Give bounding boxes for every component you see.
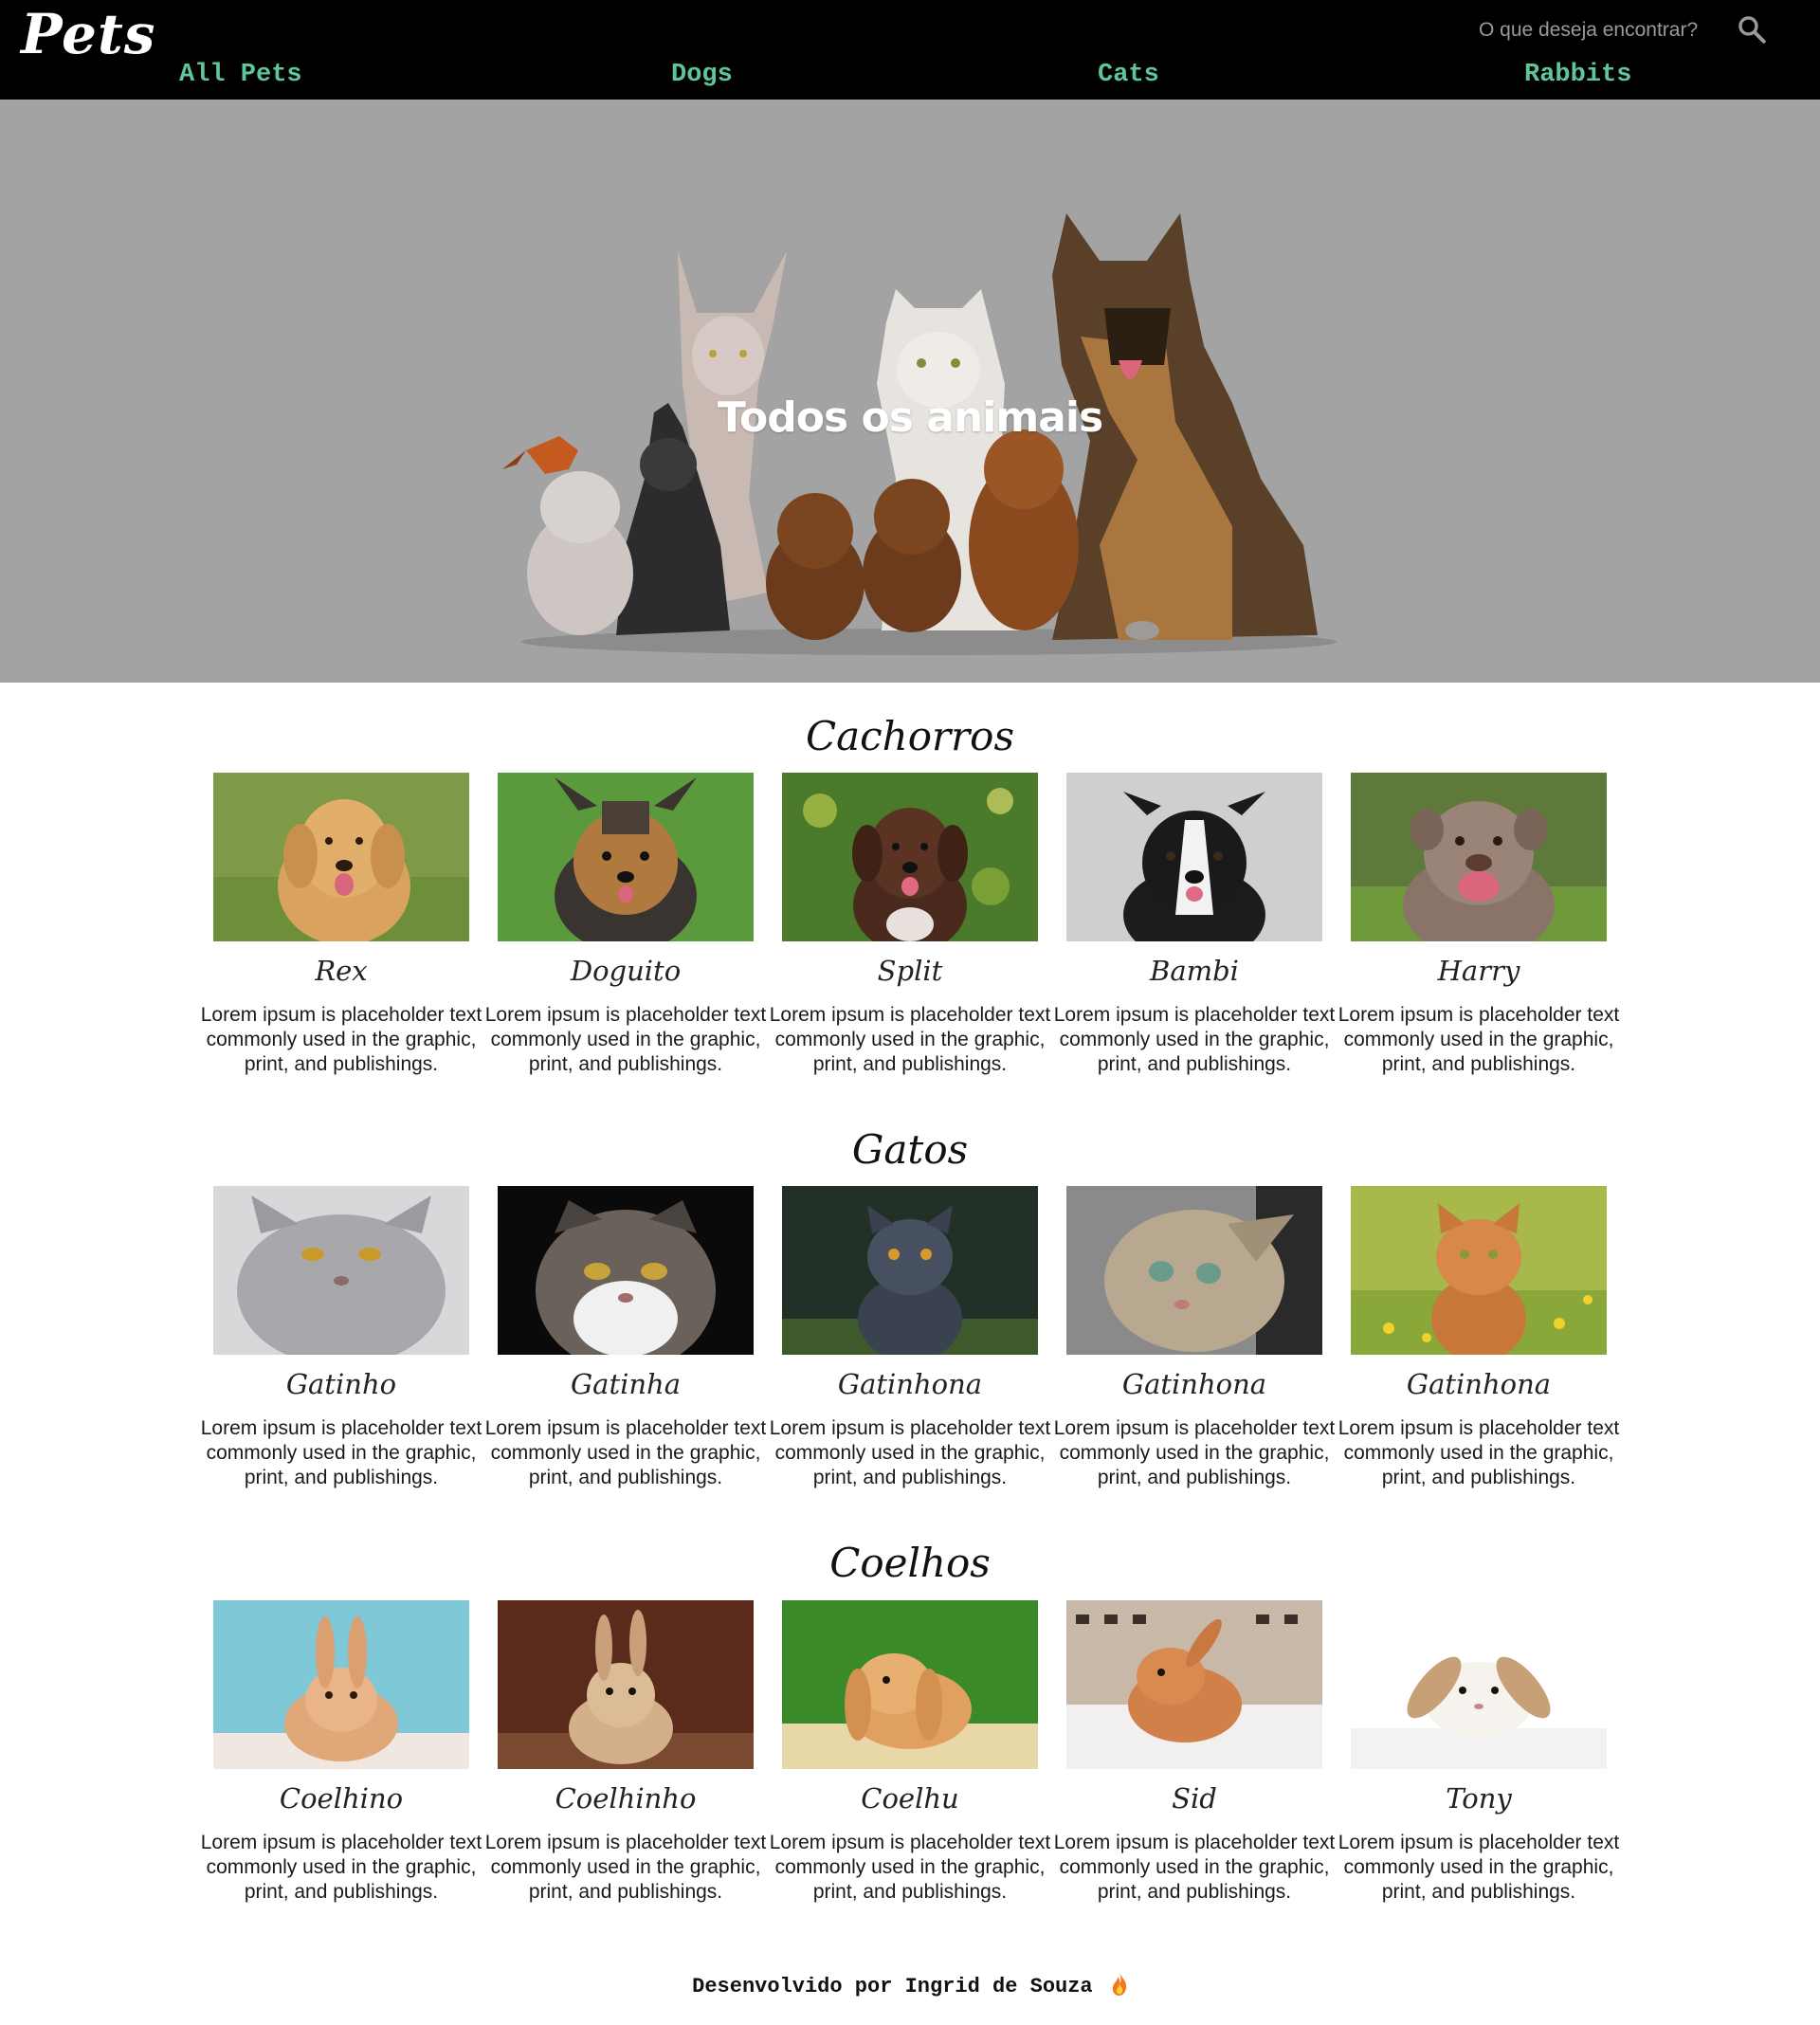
pet-photo[interactable] — [1066, 773, 1322, 941]
nav-dogs[interactable]: Dogs — [671, 61, 733, 89]
pet-name: Gatinha — [570, 1368, 682, 1400]
section-title-gatos: Gatos — [851, 1126, 969, 1173]
pet-photo[interactable] — [1066, 1186, 1322, 1355]
pet-description: Lorem ipsum is placeholder text commonly… — [769, 1832, 1051, 1903]
nav-rabbits[interactable]: Rabbits — [1524, 61, 1631, 89]
nav-cats[interactable]: Cats — [1098, 61, 1159, 89]
pet-photo[interactable] — [213, 1186, 469, 1355]
pet-name: Split — [877, 955, 943, 987]
pet-photo[interactable] — [498, 1600, 754, 1769]
pet-name: Gatinho — [285, 1368, 397, 1400]
pet-name: Sid — [1172, 1782, 1217, 1815]
fire-icon — [1112, 1973, 1126, 1996]
pet-name: Gatinhona — [1121, 1368, 1267, 1400]
pet-description: Lorem ipsum is placeholder text commonly… — [484, 1417, 767, 1488]
pet-description: Lorem ipsum is placeholder text commonly… — [1338, 1832, 1620, 1903]
pet-name: Bambi — [1150, 955, 1239, 987]
footer: Desenvolvido por Ingrid de Souza — [0, 1972, 1820, 1998]
pet-photo[interactable] — [213, 1600, 469, 1769]
pet-name: Coelhino — [279, 1782, 404, 1815]
pet-name: Coelhinho — [555, 1782, 697, 1815]
pet-description: Lorem ipsum is placeholder text commonly… — [200, 1832, 482, 1903]
hero-banner: Todos os animais — [0, 100, 1820, 683]
hero-pets-image — [502, 213, 1337, 655]
search-icon — [1738, 16, 1766, 44]
pet-name: Gatinhona — [837, 1368, 983, 1400]
pet-description: Lorem ipsum is placeholder text commonly… — [1053, 1417, 1336, 1488]
pet-name: Coelhu — [861, 1782, 959, 1815]
pet-name: Harry — [1437, 955, 1520, 987]
pet-description: Lorem ipsum is placeholder text commonly… — [1053, 1004, 1336, 1075]
pet-name: Tony — [1446, 1782, 1512, 1815]
pet-photo[interactable] — [213, 773, 469, 941]
nav-all-pets[interactable]: All Pets — [179, 61, 302, 89]
pet-photo[interactable] — [1351, 1600, 1607, 1769]
section-title-coelhos: Coelhos — [829, 1540, 991, 1586]
pet-photo[interactable] — [782, 773, 1038, 941]
hero-title: Todos os animais — [717, 393, 1103, 442]
pet-description: Lorem ipsum is placeholder text commonly… — [769, 1004, 1051, 1075]
pet-photo[interactable] — [498, 1186, 754, 1355]
pet-photo[interactable] — [1351, 773, 1607, 941]
site-logo[interactable]: Pets — [21, 2, 155, 66]
pet-photo[interactable] — [782, 1186, 1038, 1355]
search-input[interactable] — [1479, 15, 1716, 46]
top-navbar: Pets All Pets Dogs Cats Rabbits — [0, 0, 1820, 100]
footer-credit: Desenvolvido por Ingrid de Souza — [692, 1975, 1093, 1998]
pet-description: Lorem ipsum is placeholder text commonly… — [200, 1417, 482, 1488]
pet-photo[interactable] — [782, 1600, 1038, 1769]
pet-name: Doguito — [570, 955, 682, 987]
search-button[interactable] — [1733, 13, 1771, 47]
pet-description: Lorem ipsum is placeholder text commonly… — [200, 1004, 482, 1075]
pet-description: Lorem ipsum is placeholder text commonly… — [484, 1004, 767, 1075]
pet-photo[interactable] — [1351, 1186, 1607, 1355]
pet-description: Lorem ipsum is placeholder text commonly… — [1338, 1004, 1620, 1075]
pet-photo[interactable] — [1066, 1600, 1322, 1769]
pet-description: Lorem ipsum is placeholder text commonly… — [1053, 1832, 1336, 1903]
pet-description: Lorem ipsum is placeholder text commonly… — [484, 1832, 767, 1903]
search-bar — [1479, 13, 1773, 47]
pet-name: Gatinhona — [1406, 1368, 1552, 1400]
section-title-cachorros: Cachorros — [805, 713, 1015, 759]
pet-description: Lorem ipsum is placeholder text commonly… — [1338, 1417, 1620, 1488]
pet-photo[interactable] — [498, 773, 754, 941]
pet-name: Rex — [315, 955, 368, 987]
pet-description: Lorem ipsum is placeholder text commonly… — [769, 1417, 1051, 1488]
